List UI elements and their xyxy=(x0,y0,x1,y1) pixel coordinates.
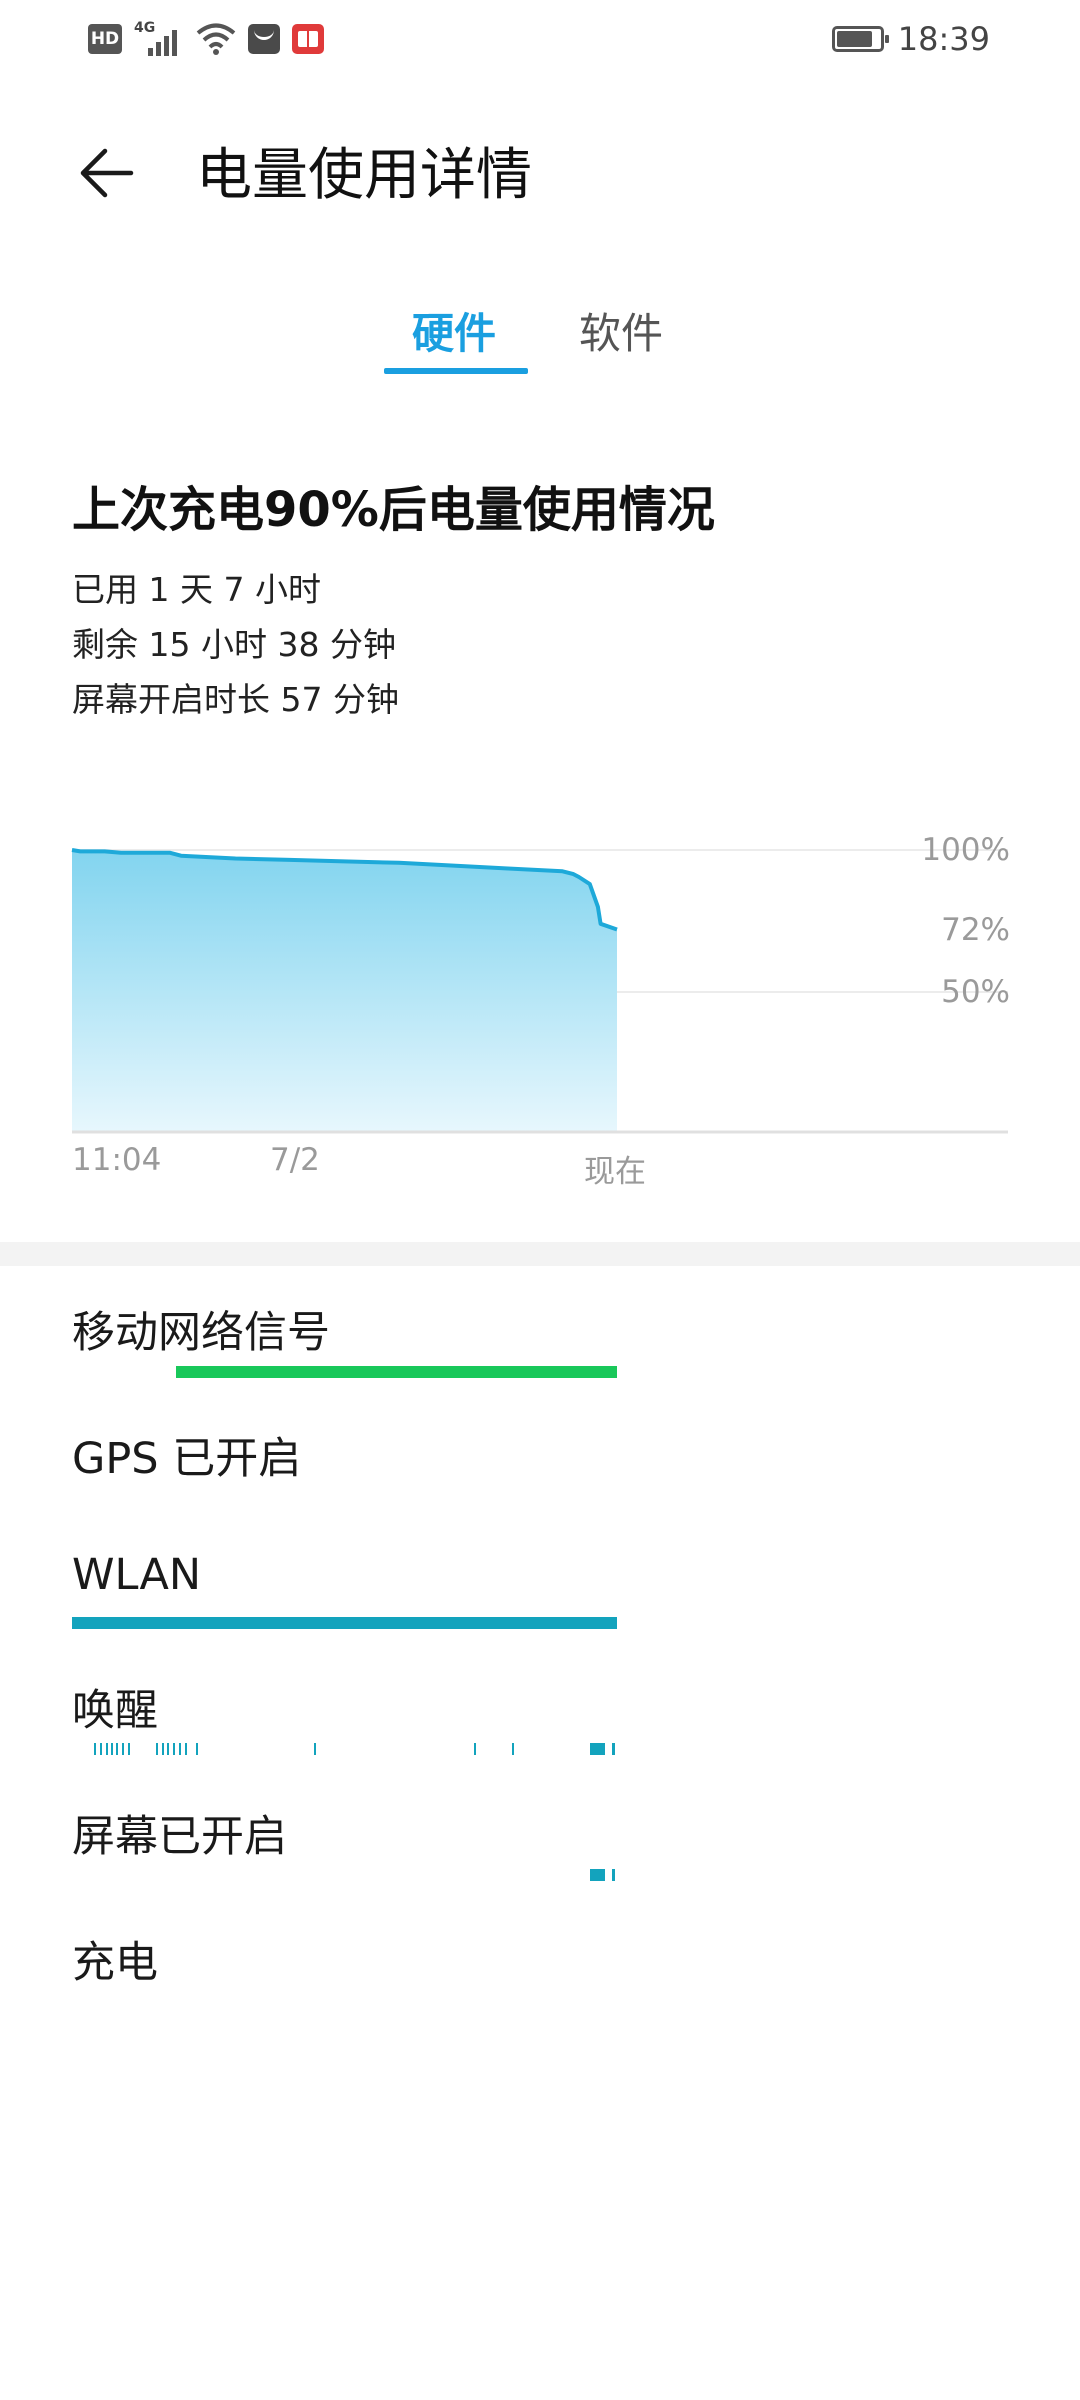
book-app-icon xyxy=(292,24,324,54)
hw-item-screen-on: 屏幕已开启 xyxy=(72,1812,287,1862)
app-header: 电量使用详情 xyxy=(0,110,1080,220)
x-tick-date: 7/2 xyxy=(270,1142,320,1178)
hw-item-wlan: WLAN xyxy=(72,1550,202,1600)
used-duration: 已用 1 天 7 小时 xyxy=(72,570,321,609)
wlan-bar xyxy=(72,1617,617,1629)
tab-bar: 硬件 软件 xyxy=(0,290,1080,390)
status-icons-left: HD 4G xyxy=(88,20,324,56)
remaining-duration: 剩余 15 小时 38 分钟 xyxy=(72,625,396,664)
hw-item-gps: GPS 已开启 xyxy=(72,1434,302,1484)
arrow-left-icon xyxy=(80,148,134,198)
hw-item-wakeup: 唤醒 xyxy=(72,1686,158,1736)
mobile-signal-bar xyxy=(176,1366,617,1378)
page-title: 电量使用详情 xyxy=(196,143,532,208)
y-tick-72: 72% xyxy=(941,912,1010,948)
tab-indicator xyxy=(384,368,528,374)
status-icons-right: 18:39 xyxy=(831,20,990,58)
section-divider xyxy=(0,1242,1080,1266)
screen-on-duration: 屏幕开启时长 57 分钟 xyxy=(72,680,399,719)
status-bar: HD 4G 18:39 xyxy=(0,0,1080,80)
hd-icon: HD xyxy=(88,24,122,54)
x-tick-now: 现在 xyxy=(584,1154,646,1190)
wakeup-ticks xyxy=(0,1743,1080,1755)
huawei-app-icon xyxy=(248,24,280,54)
y-tick-100: 100% xyxy=(921,832,1010,868)
battery-usage-page: HD 4G 18:39 电量使用详情 硬件 软件 上次充电90%后电量使用情况 … xyxy=(0,0,1080,2400)
y-tick-50: 50% xyxy=(941,974,1010,1010)
battery-area xyxy=(72,850,617,1132)
battery-chart: 100% 72% 50% 11:04 7/2 现在 xyxy=(0,820,1080,1200)
wifi-icon xyxy=(196,23,236,55)
tab-hardware[interactable]: 硬件 xyxy=(412,300,496,361)
clock: 18:39 xyxy=(897,20,990,58)
back-button[interactable] xyxy=(62,128,152,218)
battery-fill xyxy=(836,31,873,47)
x-tick-start: 11:04 xyxy=(72,1142,162,1178)
tab-software[interactable]: 软件 xyxy=(579,300,663,361)
signal-4g-icon: 4G xyxy=(134,20,184,56)
summary-title: 上次充电90%后电量使用情况 xyxy=(72,482,715,538)
battery-chart-svg xyxy=(71,848,1008,1134)
screen-on-ticks xyxy=(0,1869,1080,1881)
hw-item-charging: 充电 xyxy=(72,1938,158,1988)
battery-icon xyxy=(831,26,889,52)
hw-item-mobile-signal: 移动网络信号 xyxy=(72,1308,330,1358)
